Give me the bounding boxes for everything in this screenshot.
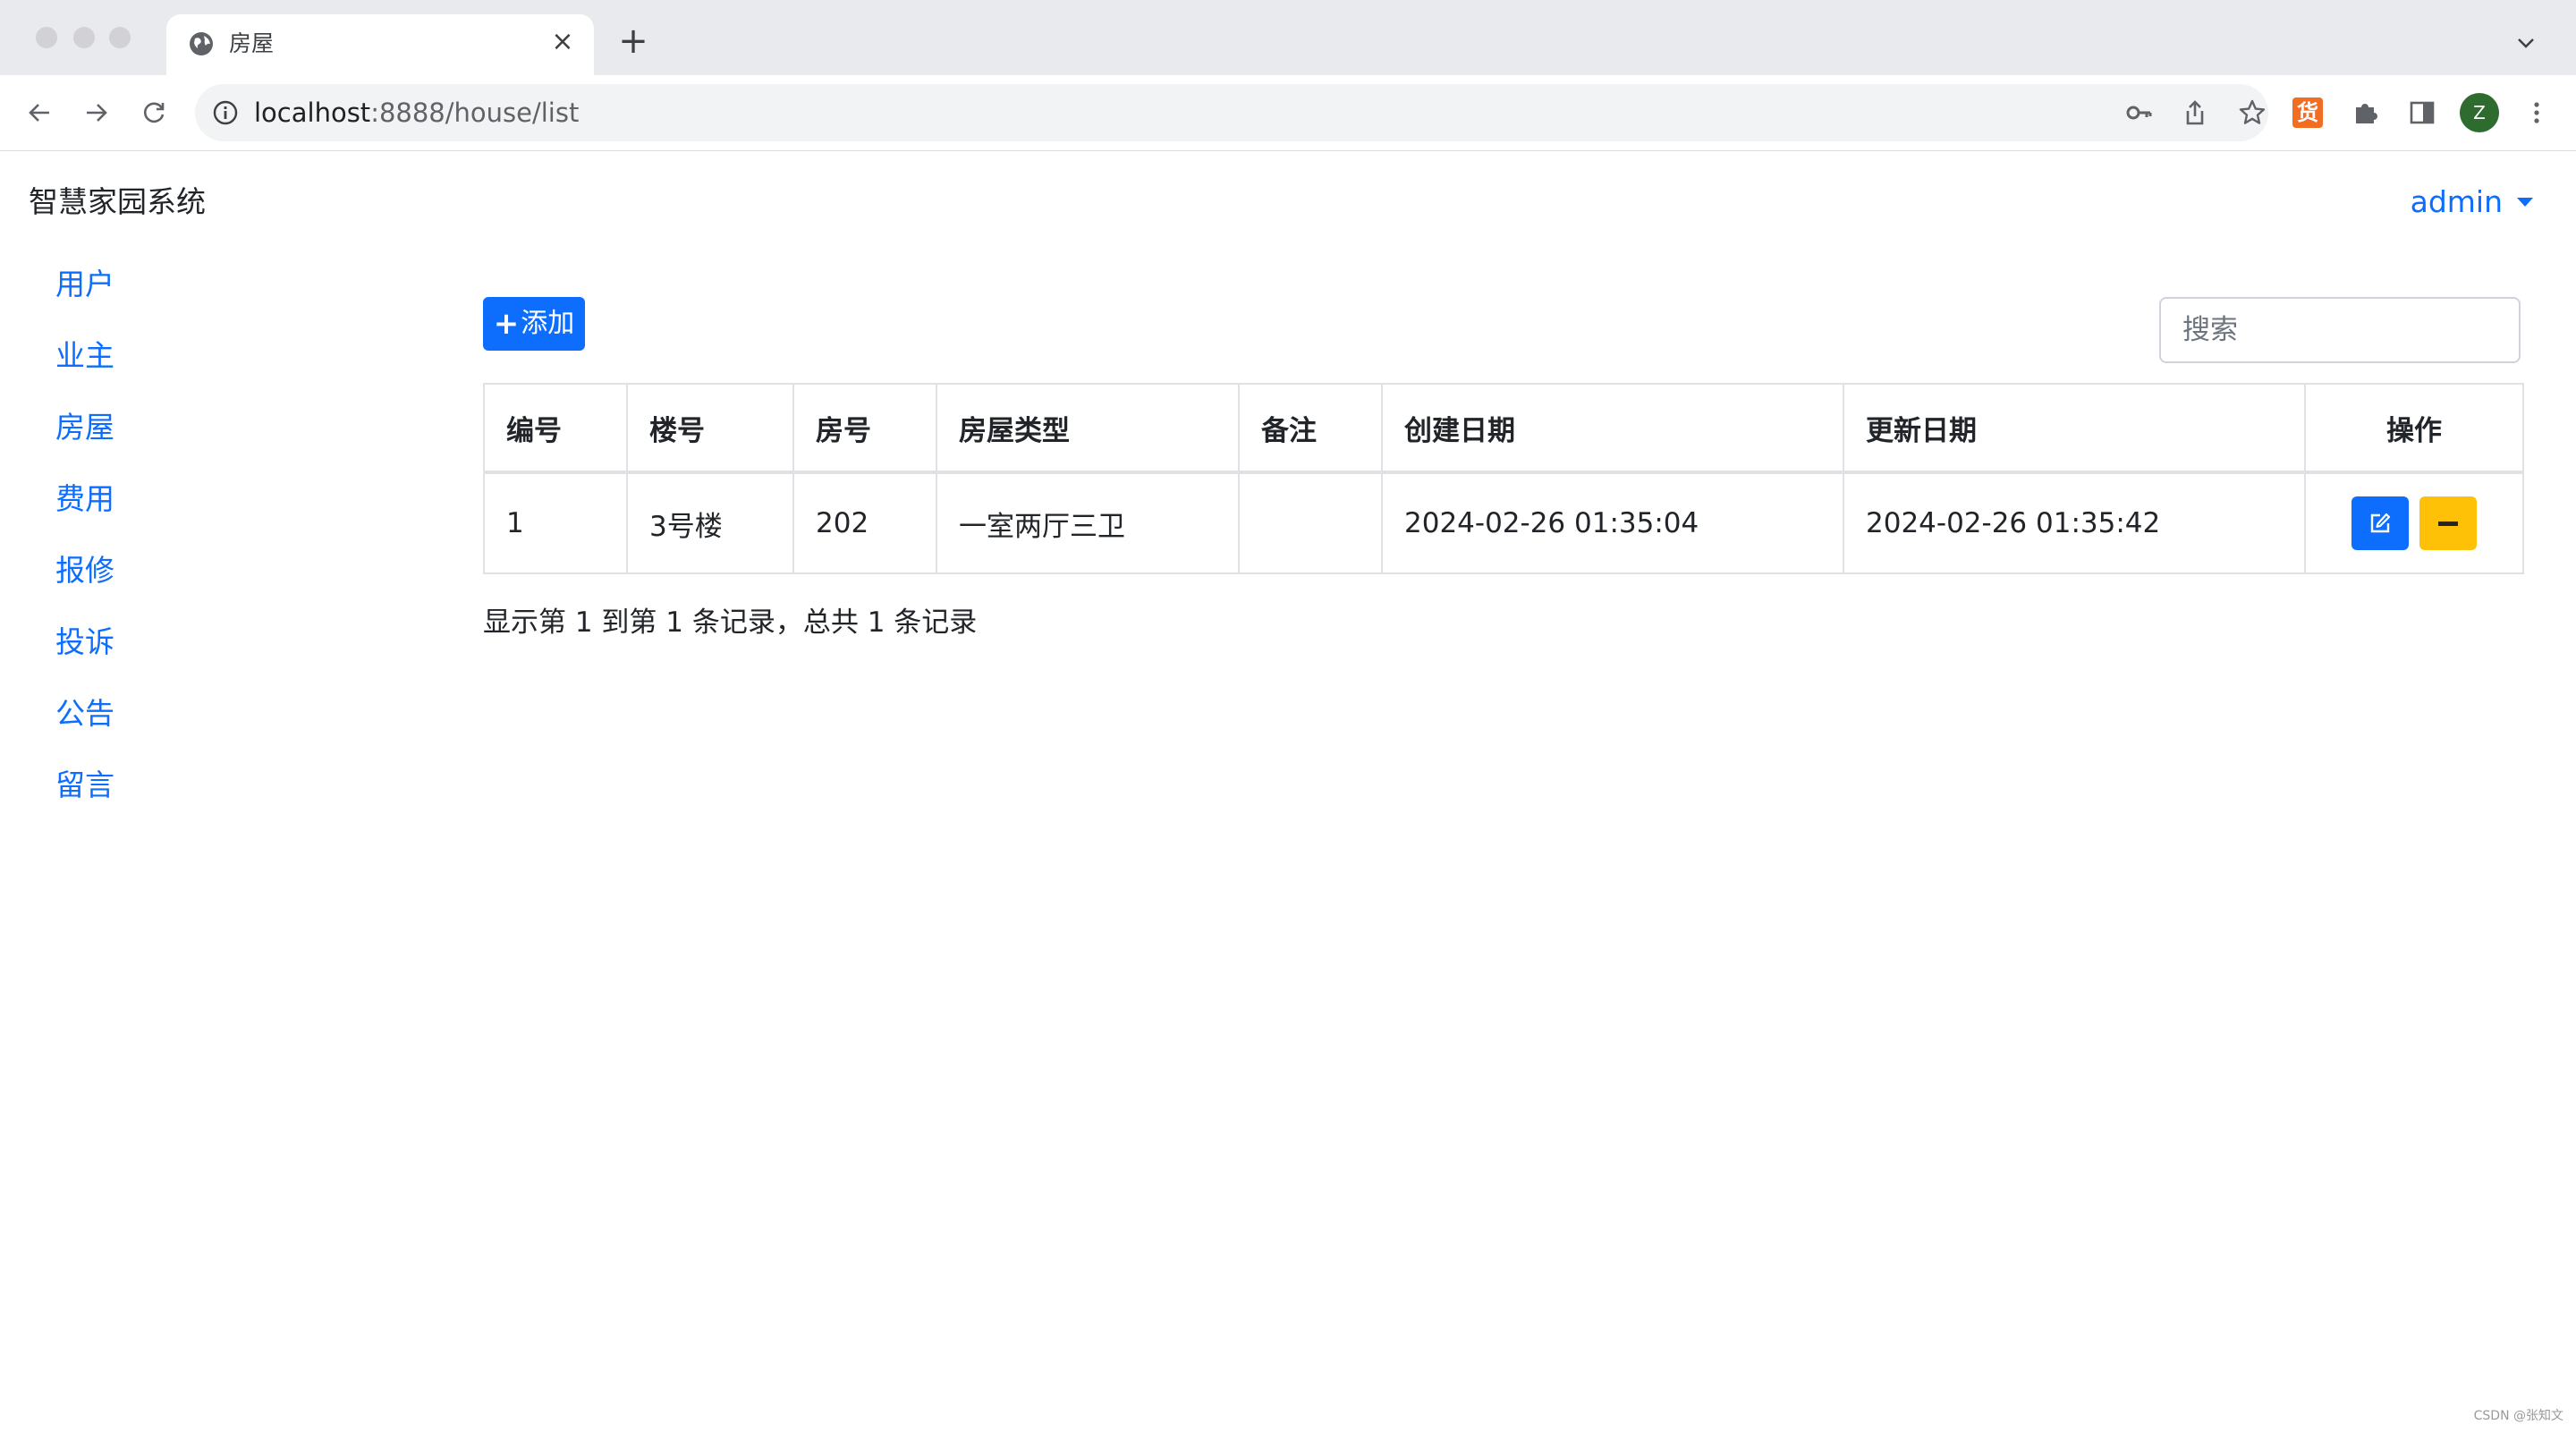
column-header-created[interactable]: 创建日期 (1381, 383, 1844, 473)
search-input[interactable] (2159, 297, 2521, 363)
add-button[interactable]: + 添加 (483, 297, 585, 351)
column-header-actions: 操作 (2304, 383, 2524, 473)
sidebar-item-repairs[interactable]: 报修 (55, 551, 114, 623)
star-icon[interactable] (2236, 97, 2268, 129)
extension-huo-icon[interactable]: 货 (2288, 93, 2327, 132)
cell-remark (1238, 471, 1383, 574)
caret-down-icon (2517, 198, 2533, 207)
puzzle-icon[interactable] (2345, 93, 2385, 132)
sidebar-item-messages[interactable]: 留言 (55, 766, 114, 837)
window-close-dot[interactable] (36, 27, 57, 48)
share-icon[interactable] (2179, 97, 2211, 129)
cell-type: 一室两厅三卫 (936, 471, 1240, 574)
edit-button[interactable] (2351, 496, 2410, 550)
back-icon[interactable] (20, 93, 59, 132)
table-header-row: 编号 楼号 房号 房屋类型 备注 创建日期 更新日期 操作 (483, 383, 2524, 473)
app-brand[interactable]: 智慧家园系统 (29, 182, 206, 222)
delete-button[interactable] (2419, 496, 2477, 550)
cell-room: 202 (792, 471, 937, 574)
window-minimize-dot[interactable] (73, 27, 95, 48)
forward-icon[interactable] (77, 93, 116, 132)
browser-tab-strip: 房屋 × + (0, 0, 2576, 75)
user-dropdown[interactable]: admin (2411, 182, 2533, 222)
cell-actions (2304, 471, 2524, 574)
more-vert-icon[interactable] (2517, 93, 2556, 132)
table-row: 1 3号楼 202 一室两厅三卫 2024-02-26 01:35:04 202… (483, 471, 2524, 574)
sidebar-item-complaints[interactable]: 投诉 (55, 623, 114, 694)
minus-icon (2437, 521, 2458, 526)
cell-building: 3号楼 (626, 471, 794, 574)
cell-created: 2024-02-26 01:35:04 (1381, 471, 1844, 574)
watermark: CSDN @张知文 (2473, 1409, 2563, 1423)
user-name: admin (2410, 184, 2503, 219)
profile-avatar[interactable]: Z (2460, 93, 2499, 132)
tab-title: 房屋 (229, 30, 275, 56)
cell-id: 1 (483, 471, 628, 574)
column-header-room[interactable]: 房号 (792, 383, 937, 473)
house-table: 编号 楼号 房号 房屋类型 备注 创建日期 更新日期 操作 1 3号楼 202 … (483, 383, 2524, 574)
sidebar-item-fees[interactable]: 费用 (55, 479, 114, 551)
column-header-updated[interactable]: 更新日期 (1843, 383, 2306, 473)
browser-toolbar: localhost:8888/house/list 货 Z (0, 75, 2576, 151)
sidebar-item-notices[interactable]: 公告 (55, 694, 114, 766)
column-header-building[interactable]: 楼号 (626, 383, 794, 473)
column-header-remark[interactable]: 备注 (1238, 383, 1383, 473)
cell-updated: 2024-02-26 01:35:42 (1843, 471, 2306, 574)
browser-tab-active[interactable]: 房屋 × (166, 14, 594, 75)
pagination-info: 显示第 1 到第 1 条记录，总共 1 条记录 (483, 606, 978, 639)
tab-close-icon[interactable]: × (549, 29, 576, 55)
side-panel-icon[interactable] (2402, 93, 2442, 132)
url-text: localhost:8888/house/list (254, 98, 580, 128)
info-icon[interactable] (211, 98, 240, 127)
edit-icon (2370, 513, 2391, 533)
chevron-down-icon[interactable] (2515, 32, 2537, 54)
reload-icon[interactable] (134, 93, 174, 132)
column-header-id[interactable]: 编号 (483, 383, 628, 473)
column-header-type[interactable]: 房屋类型 (936, 383, 1240, 473)
sidebar-item-users[interactable]: 用户 (55, 265, 114, 336)
add-button-label: 添加 (521, 308, 575, 339)
new-tab-icon[interactable]: + (617, 23, 649, 59)
address-bar[interactable]: localhost:8888/house/list (195, 84, 2268, 141)
sidebar-item-owners[interactable]: 业主 (55, 336, 114, 408)
globe-icon (190, 32, 213, 55)
sidebar-item-houses[interactable]: 房屋 (55, 408, 114, 479)
key-icon[interactable] (2123, 97, 2156, 129)
sidebar-nav: 用户 业主 房屋 费用 报修 投诉 公告 留言 (55, 265, 114, 837)
window-zoom-dot[interactable] (109, 27, 131, 48)
plus-icon: + (493, 306, 520, 342)
